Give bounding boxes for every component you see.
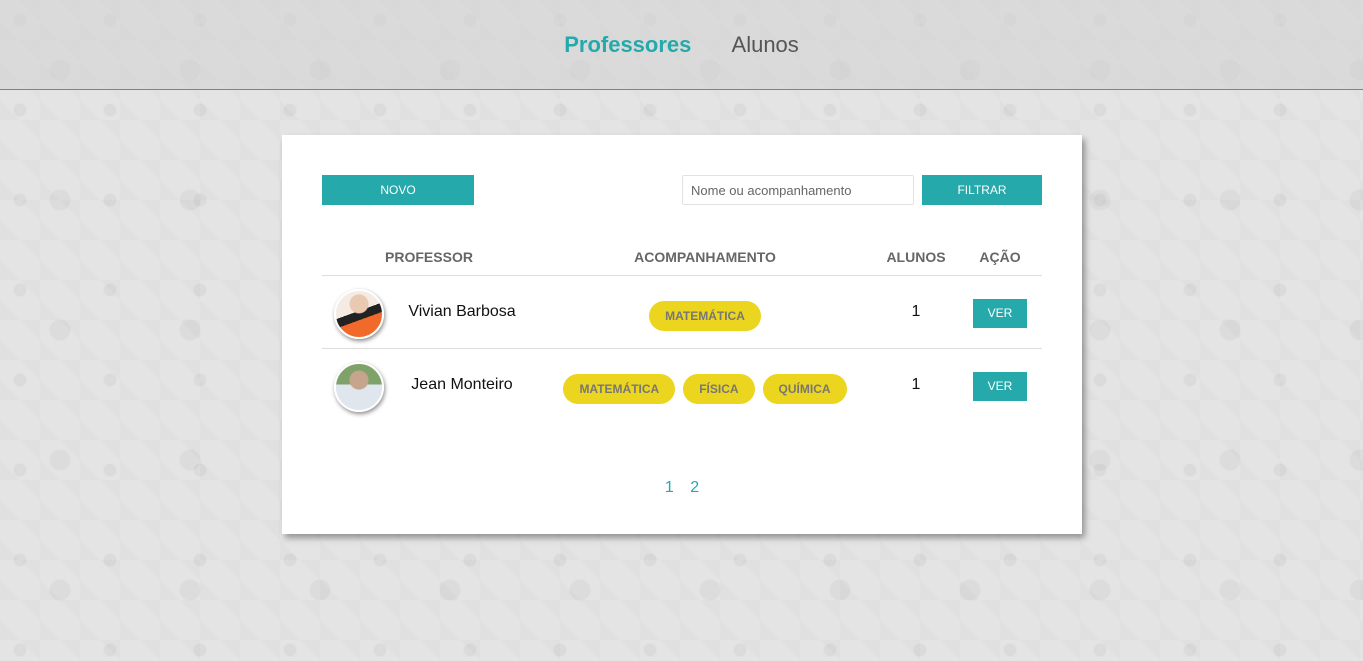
avatar xyxy=(334,289,384,339)
teacher-name: Vivian Barbosa xyxy=(408,303,516,320)
header-professor: PROFESSOR xyxy=(385,249,473,265)
subject-tags: MATEMÁTICA FÍSICA QUÍMICA xyxy=(536,374,874,404)
search-input[interactable] xyxy=(682,175,914,205)
pagination: 1 2 xyxy=(282,479,1082,497)
table-row: Jean Monteiro MATEMÁTICA FÍSICA QUÍMICA … xyxy=(322,349,1042,421)
new-button[interactable]: NOVO xyxy=(322,175,474,205)
view-button[interactable]: VER xyxy=(973,299,1027,328)
header-acompanhamento: ACOMPANHAMENTO xyxy=(634,249,776,265)
subject-tags: MATEMÁTICA xyxy=(536,301,874,331)
teacher-name: Jean Monteiro xyxy=(411,376,513,393)
header-acao: AÇÃO xyxy=(979,249,1021,265)
top-bar: Professores Alunos xyxy=(0,0,1363,90)
teachers-card: NOVO FILTRAR PROFESSOR ACOMPANHAMENTO AL… xyxy=(282,135,1082,534)
nav-alunos[interactable]: Alunos xyxy=(732,32,799,58)
subject-tag: MATEMÁTICA xyxy=(649,301,761,331)
view-button[interactable]: VER xyxy=(973,372,1027,401)
header-alunos: ALUNOS xyxy=(886,249,946,265)
page-link-1[interactable]: 1 xyxy=(665,479,674,497)
page-link-2[interactable]: 2 xyxy=(690,479,699,497)
subject-tag: FÍSICA xyxy=(683,374,755,404)
subject-tag: MATEMÁTICA xyxy=(563,374,676,404)
filter-button[interactable]: FILTRAR xyxy=(922,175,1042,205)
student-count: 1 xyxy=(911,303,921,320)
nav-professores[interactable]: Professores xyxy=(564,32,691,58)
main-nav: Professores Alunos xyxy=(0,32,1363,58)
subject-tag: QUÍMICA xyxy=(762,374,847,404)
avatar xyxy=(334,362,384,412)
table-row: Vivian Barbosa MATEMÁTICA 1 VER xyxy=(322,276,1042,348)
student-count: 1 xyxy=(911,376,921,393)
